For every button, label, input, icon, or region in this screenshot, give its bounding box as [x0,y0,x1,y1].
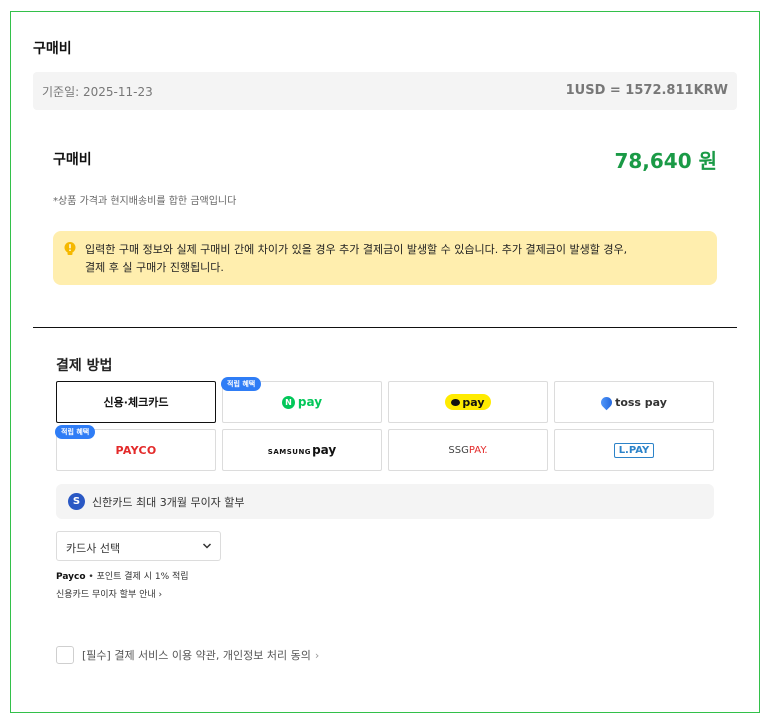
price-note: *상품 가격과 현지배송비를 합한 금액입니다 [53,196,237,207]
samsungpay-label: pay [312,443,337,457]
npay-n-icon: N [281,395,295,409]
pay-option-samsungpay[interactable]: SAMSUNG pay [222,429,382,471]
purchase-panel: 구매비 기준일: 2025-11-23 1USD = 1572.811KRW 구… [10,11,760,713]
ssgpay-brand: SSG [448,444,469,456]
kakao-bubble-icon [451,398,461,406]
notice-text: 입력한 구매 정보와 실제 구매비 간에 차이가 있을 경우 추가 결제금이 발… [85,241,705,277]
card-label: 신용·체크카드 [103,396,169,409]
kakaopay-logo: pay [445,394,491,410]
rate-date: 기준일: 2025-11-23 [42,85,153,99]
shinhan-promo-bar: S 신한카드 최대 3개월 무이자 할부 [56,484,714,519]
installment-guide-label: 신용카드 무이자 할부 안내 [56,590,156,600]
benefit-badge-npay: 적립 혜택 [221,377,262,391]
benefit-badge-payco: 적립 혜택 [55,425,96,439]
terms-agreement-link[interactable]: [필수] 결제 서비스 이용 약관, 개인정보 처리 동의 › [82,647,319,663]
tosspay-label: toss pay [615,395,667,409]
payment-method-title: 결제 방법 [56,358,113,374]
samsungpay-logo: SAMSUNG pay [268,443,336,457]
npay-label: pay [297,395,323,409]
shinhan-promo-text: 신한카드 최대 3개월 무이자 할부 [92,496,245,509]
lpay-label: L.PAY [613,442,655,458]
pay-option-tosspay[interactable]: toss pay [554,381,714,423]
price-label: 구매비 [53,152,92,168]
payco-note-text: • 포인트 결제 시 1% 적립 [85,572,189,582]
price-value: 78,640 원 [614,149,717,173]
notice-box: 입력한 구매 정보와 실제 구매비 간에 차이가 있을 경우 추가 결제금이 발… [53,231,717,285]
notice-line-1: 입력한 구매 정보와 실제 구매비 간에 차이가 있을 경우 추가 결제금이 발… [85,243,628,256]
terms-agreement-label: [필수] 결제 서비스 이용 약관, 개인정보 처리 동의 [82,649,311,662]
pay-option-lpay[interactable]: L.PAY [554,429,714,471]
card-company-select[interactable]: 카드사 선택 [56,531,221,561]
payco-point-note: Payco • 포인트 결제 시 1% 적립 [56,569,189,582]
section-title: 구매비 [33,41,72,57]
tosspay-logo: toss pay [598,394,667,410]
chevron-right-icon: › [158,590,163,600]
npay-logo: N pay [281,395,323,409]
card-company-select-value: 카드사 선택 [66,542,121,555]
rate-value: 1USD = 1572.811KRW [565,83,728,98]
payco-brand: Payco [56,572,86,582]
installment-guide-link[interactable]: 신용카드 무이자 할부 안내 › [56,587,162,600]
ssgpay-label: PAY. [468,444,488,456]
pay-option-ssgpay[interactable]: SSGPAY. [388,429,548,471]
lightbulb-icon [64,242,76,255]
toss-drop-icon [598,394,615,410]
terms-checkbox[interactable] [56,646,74,664]
chevron-right-icon: › [314,649,320,662]
pay-option-kakaopay[interactable]: pay [388,381,548,423]
notice-line-2: 결제 후 실 구매가 진행됩니다. [85,261,224,274]
chevron-down-icon [202,543,212,549]
kakaopay-label: pay [462,395,485,409]
terms-agreement: [필수] 결제 서비스 이용 약관, 개인정보 처리 동의 › [56,646,319,664]
samsungpay-brand: SAMSUNG [267,448,312,456]
section-divider [33,327,737,328]
exchange-rate-bar: 기준일: 2025-11-23 1USD = 1572.811KRW [33,72,737,110]
pay-option-card[interactable]: 신용·체크카드 [56,381,216,423]
ssgpay-logo: SSGPAY. [448,445,487,456]
shinhan-card-icon: S [68,493,85,510]
payco-label: PAYCO [115,443,157,457]
